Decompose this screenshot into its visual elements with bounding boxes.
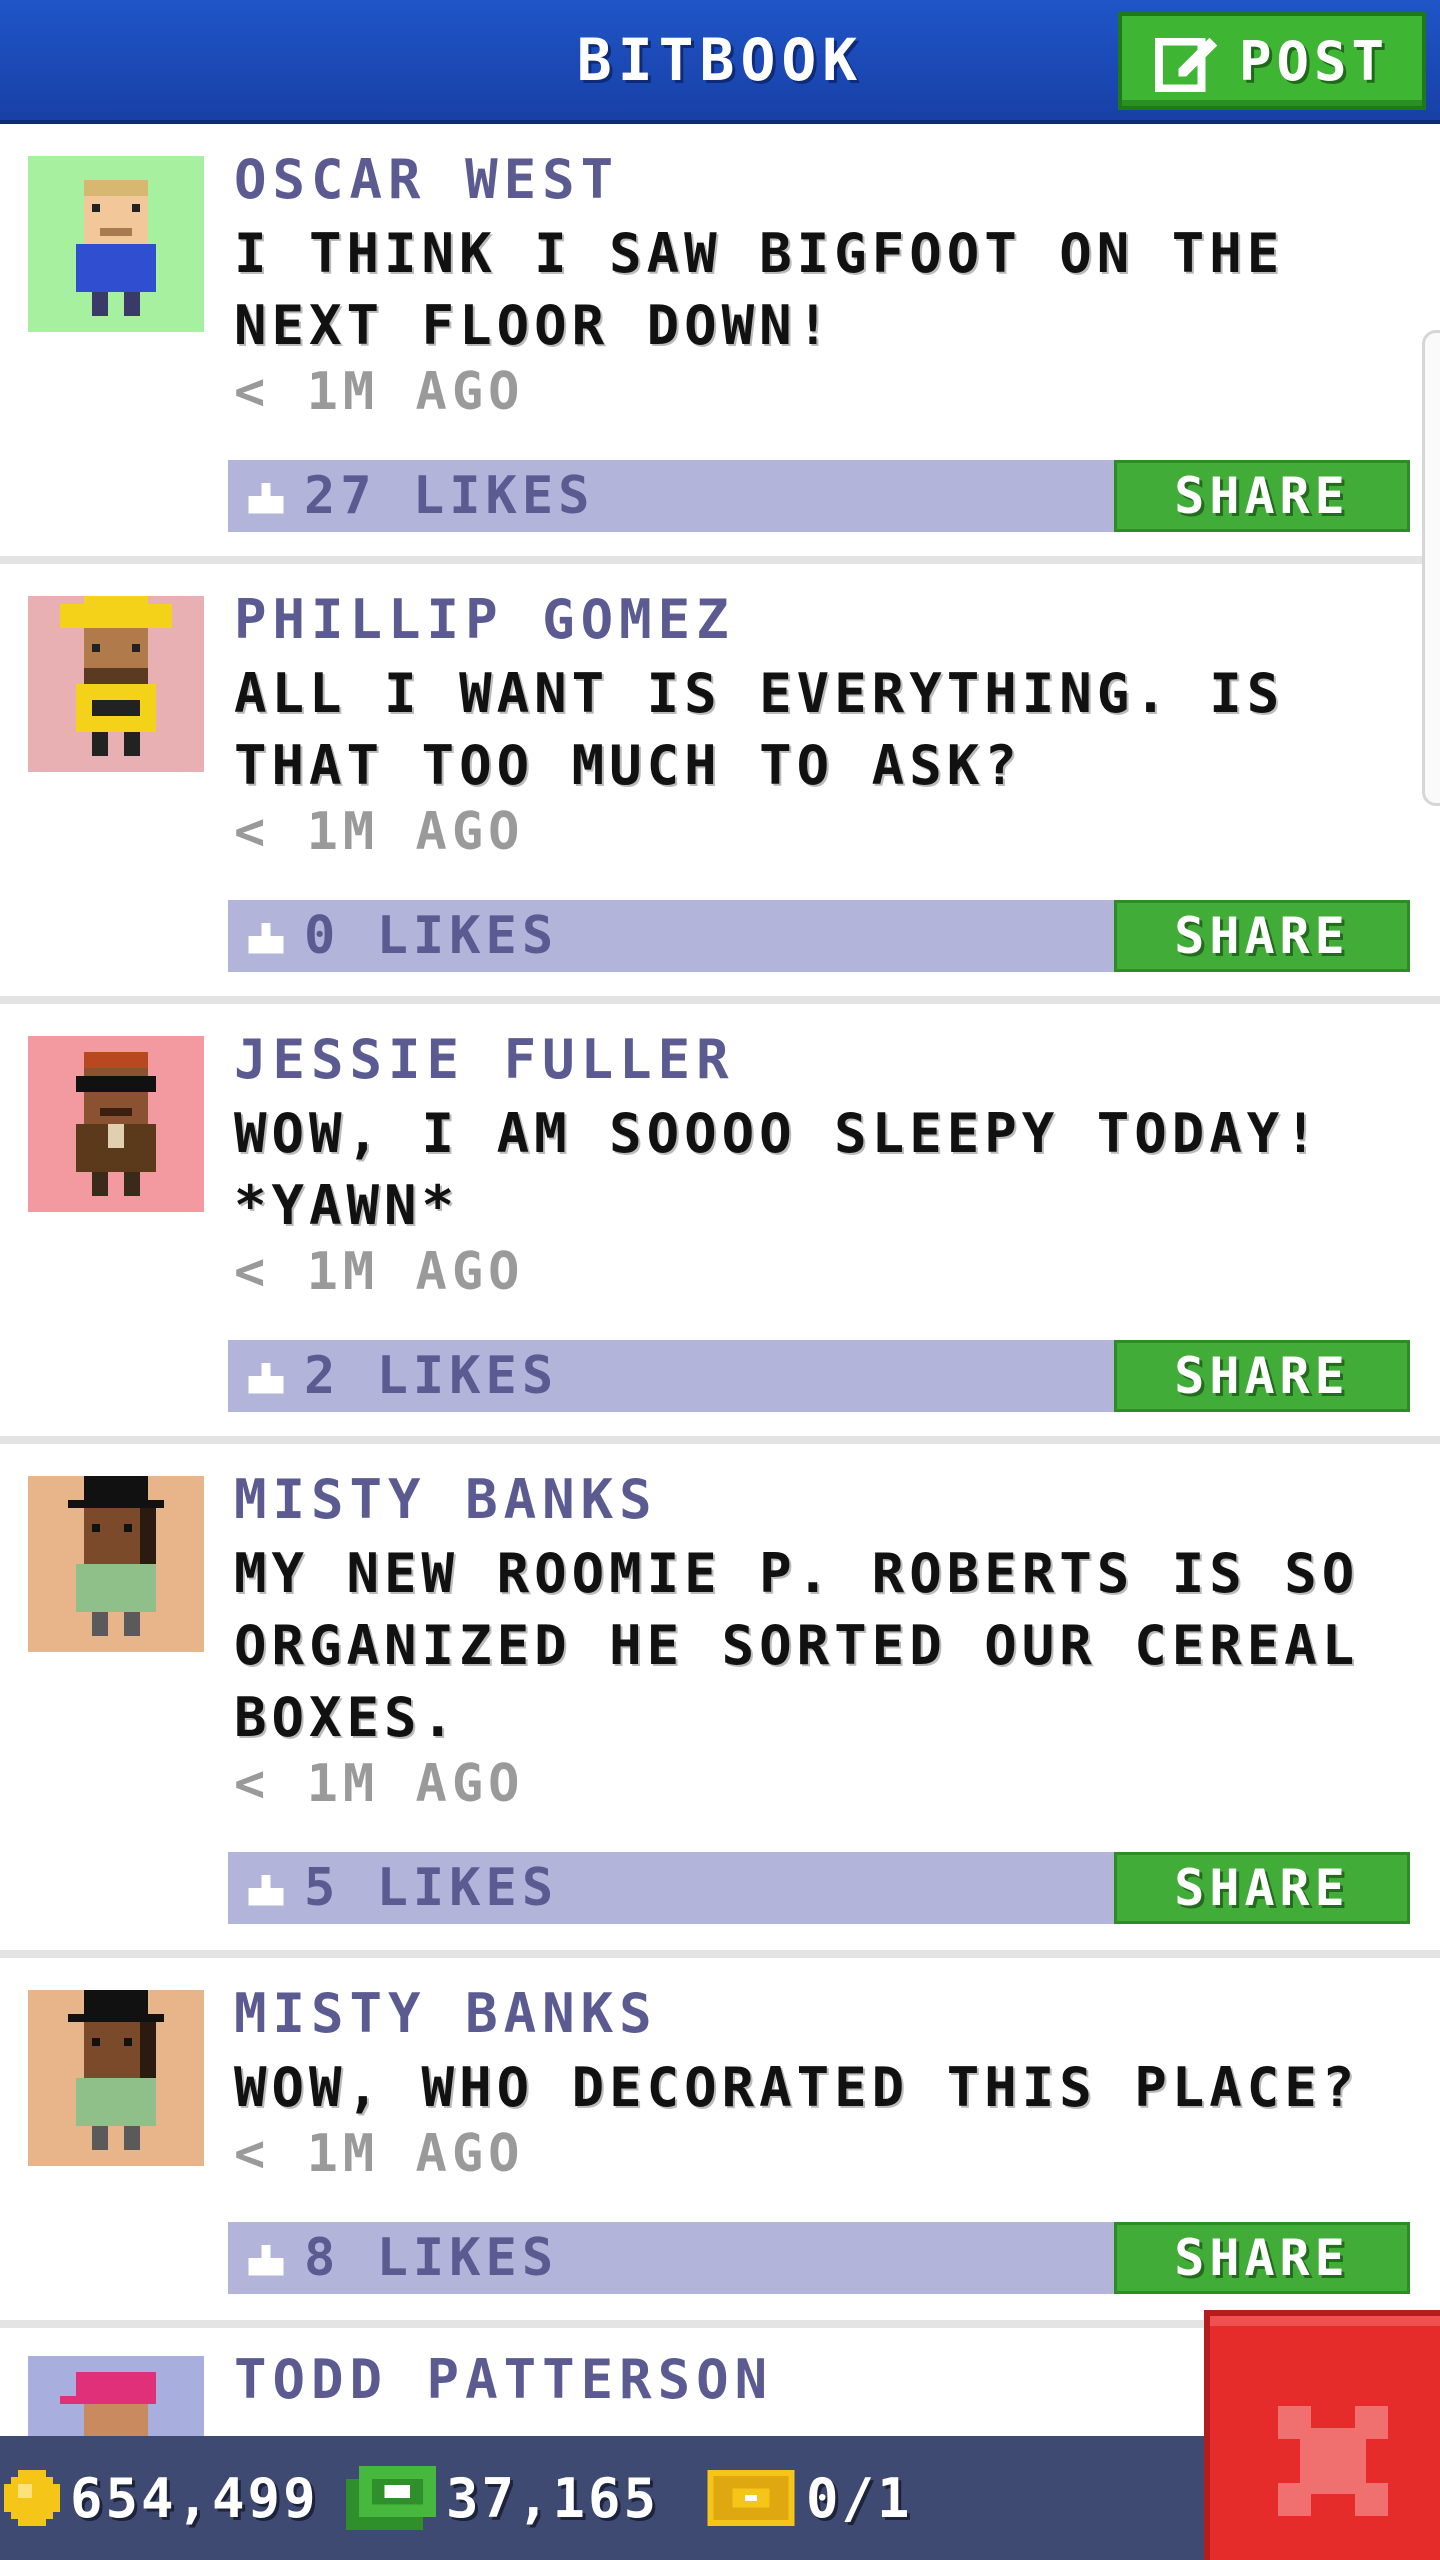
post-timestamp: < 1M AGO <box>234 1754 525 1814</box>
bux-icon <box>346 2466 436 2530</box>
like-button[interactable]: 2 LIKES SHARE <box>228 1340 1410 1412</box>
share-button[interactable]: SHARE <box>1114 1340 1410 1412</box>
like-button[interactable]: 8 LIKES SHARE <box>228 2222 1410 2294</box>
likes-count: 0 LIKES <box>304 906 559 966</box>
likes-count: 5 LIKES <box>304 1858 559 1918</box>
feed-post: MISTY BANKS WOW, WHO DECORATED THIS PLAC… <box>0 1958 1440 2318</box>
post-message: MY NEW ROOMIE P. ROBERTS IS SO ORGANIZED… <box>234 1542 1360 1749</box>
share-button[interactable]: SHARE <box>1114 2222 1410 2294</box>
like-button[interactable]: 27 LIKES SHARE <box>228 460 1410 532</box>
avatar[interactable] <box>28 156 204 332</box>
ticket-icon <box>707 2470 795 2526</box>
avatar[interactable] <box>28 596 204 772</box>
avatar[interactable] <box>28 1990 204 2166</box>
post-message: WOW, WHO DECORATED THIS PLACE? <box>234 2056 1360 2119</box>
post-author[interactable]: PHILLIP GOMEZ <box>234 588 735 651</box>
thumbs-up-icon <box>248 922 284 954</box>
coin-icon <box>4 2470 60 2526</box>
share-button[interactable]: SHARE <box>1114 460 1410 532</box>
post-button-label: POST <box>1238 29 1390 93</box>
like-button[interactable]: 0 LIKES SHARE <box>228 900 1410 972</box>
post-timestamp: < 1M AGO <box>234 362 525 422</box>
post-timestamp: < 1M AGO <box>234 2124 525 2184</box>
feed-post: MISTY BANKS MY NEW ROOMIE P. ROBERTS IS … <box>0 1444 1440 1946</box>
close-icon <box>1278 2406 1388 2516</box>
like-button[interactable]: 5 LIKES SHARE <box>228 1852 1410 1924</box>
compose-icon <box>1154 37 1217 92</box>
coins-display: 654,499 <box>4 2436 319 2560</box>
likes-count: 27 LIKES <box>304 466 595 526</box>
tickets-display: 0/1 <box>706 2436 913 2560</box>
thumbs-up-icon <box>248 482 284 514</box>
thumbs-up-icon <box>248 1362 284 1394</box>
bux-display: 37,165 <box>346 2436 659 2560</box>
tickets-count: 0/1 <box>806 2466 913 2530</box>
thumbs-up-icon <box>248 1874 284 1906</box>
bitbook-feed[interactable]: OSCAR WEST I THINK I SAW BIGFOOT ON THE … <box>0 124 1440 2436</box>
likes-count: 2 LIKES <box>304 1346 559 1406</box>
post-timestamp: < 1M AGO <box>234 802 525 862</box>
app-header: BITBOOK POST <box>0 0 1440 124</box>
post-message: ALL I WANT IS EVERYTHING. IS THAT TOO MU… <box>234 662 1285 797</box>
divider <box>0 556 1440 564</box>
divider <box>0 1950 1440 1958</box>
avatar[interactable] <box>28 2356 204 2436</box>
thumbs-up-icon <box>248 2244 284 2276</box>
coins-count: 654,499 <box>70 2466 319 2530</box>
close-button[interactable] <box>1204 2310 1440 2560</box>
avatar[interactable] <box>28 1476 204 1652</box>
post-message: WOW, I AM SOOOO SLEEPY TODAY! *YAWN* <box>234 1102 1322 1237</box>
post-author[interactable]: MISTY BANKS <box>234 1468 658 1531</box>
post-message: I THINK I SAW BIGFOOT ON THE NEXT FLOOR … <box>234 222 1285 357</box>
share-button[interactable]: SHARE <box>1114 1852 1410 1924</box>
post-author[interactable]: TODD PATTERSON <box>234 2348 773 2411</box>
avatar[interactable] <box>28 1036 204 1212</box>
likes-count: 8 LIKES <box>304 2228 559 2288</box>
feed-post: JESSIE FULLER WOW, I AM SOOOO SLEEPY TOD… <box>0 1004 1440 1434</box>
post-author[interactable]: OSCAR WEST <box>234 148 619 211</box>
feed-post: PHILLIP GOMEZ ALL I WANT IS EVERYTHING. … <box>0 564 1440 994</box>
post-button[interactable]: POST <box>1118 12 1426 110</box>
share-button[interactable]: SHARE <box>1114 900 1410 972</box>
divider <box>0 996 1440 1004</box>
post-author[interactable]: JESSIE FULLER <box>234 1028 735 1091</box>
post-timestamp: < 1M AGO <box>234 1242 525 1302</box>
scrollbar[interactable] <box>1422 330 1440 806</box>
bux-count: 37,165 <box>446 2466 660 2530</box>
feed-post: OSCAR WEST I THINK I SAW BIGFOOT ON THE … <box>0 124 1440 554</box>
post-author[interactable]: MISTY BANKS <box>234 1982 658 2045</box>
divider <box>0 1436 1440 1444</box>
